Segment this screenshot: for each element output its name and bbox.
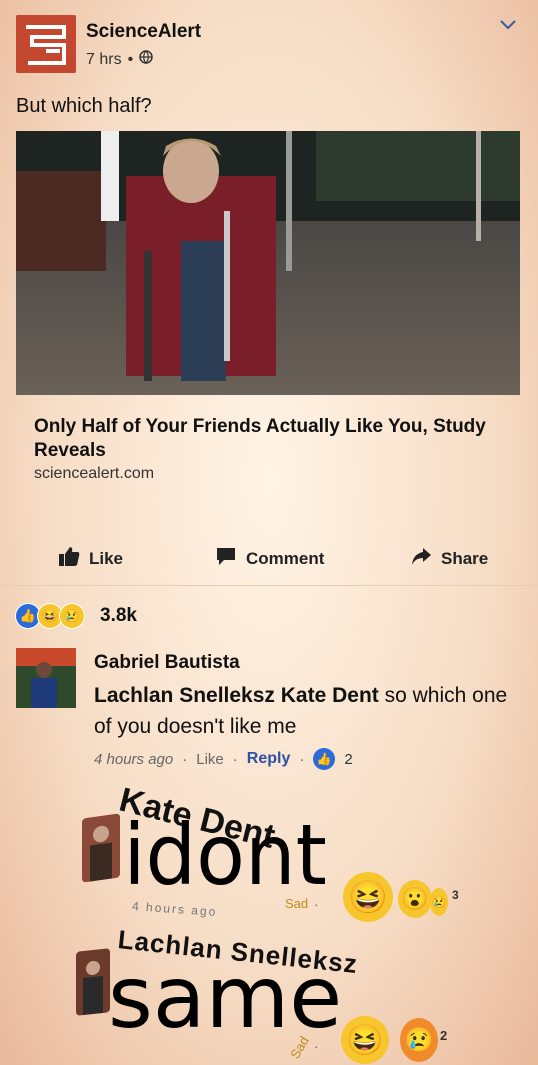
comment-like-link[interactable]: Like xyxy=(196,751,224,768)
wow-reaction-icon: 😮 xyxy=(398,880,432,918)
post-time[interactable]: 7 hrs xyxy=(86,51,122,69)
share-button[interactable]: Share xyxy=(410,545,488,572)
post-meta: 7 hrs • xyxy=(86,50,153,69)
comment-reply-link[interactable]: Reply xyxy=(247,750,291,768)
chevron-down-icon[interactable] xyxy=(500,14,516,35)
reply-avatar[interactable] xyxy=(76,948,110,1016)
thumbs-up-icon xyxy=(58,545,80,572)
comment-text: Lachlan Snelleksz Kate Dent so which one… xyxy=(94,680,514,742)
reply-reaction-count: 3 xyxy=(452,888,459,902)
like-button[interactable]: Like xyxy=(58,545,123,572)
reply-reaction-label[interactable]: Sad xyxy=(285,896,308,911)
sad-reaction-icon: 😢 xyxy=(59,603,85,629)
haha-reaction-icon: 😆 xyxy=(343,872,393,922)
page-name[interactable]: ScienceAlert xyxy=(86,21,201,43)
like-label: Like xyxy=(89,548,124,568)
share-label: Share xyxy=(441,548,489,568)
link-domain[interactable]: sciencealert.com xyxy=(34,465,154,483)
meta-sep: · xyxy=(314,1038,319,1054)
comment-author[interactable]: Gabriel Bautista xyxy=(94,652,240,674)
sad-reaction-icon: 😢 xyxy=(430,888,448,916)
reply-reaction-count: 2 xyxy=(440,1028,448,1043)
comment-time: 4 hours ago xyxy=(94,750,174,768)
comment-like-count: 2 xyxy=(344,750,353,768)
meta-sep: · xyxy=(299,750,305,768)
meta-sep: · xyxy=(314,896,319,912)
reply-text: idont xyxy=(123,806,327,904)
sad-reaction-icon: 😢 xyxy=(400,1018,438,1062)
link-image[interactable] xyxy=(16,131,520,395)
meta-sep: · xyxy=(182,750,188,768)
divider xyxy=(0,585,538,586)
comment-label: Comment xyxy=(246,548,325,568)
reaction-count[interactable]: 3.8k xyxy=(100,605,137,627)
reply-avatar[interactable] xyxy=(82,813,120,883)
reaction-icons[interactable]: 👍 😆 😢 xyxy=(15,603,85,629)
comment-like-icon: 👍 xyxy=(313,748,336,770)
avatar[interactable] xyxy=(16,648,76,708)
reply-text: same xyxy=(108,948,343,1048)
globe-icon xyxy=(139,50,153,69)
comment-button[interactable]: Comment xyxy=(215,545,324,572)
meta-dot: • xyxy=(127,50,134,68)
comment-icon xyxy=(215,545,237,572)
link-title[interactable]: Only Half of Your Friends Actually Like … xyxy=(34,415,514,463)
meta-sep: · xyxy=(232,750,238,768)
haha-reaction-icon: 😆 xyxy=(341,1016,389,1064)
comment-meta: 4 hours ago · Like · Reply · 👍 2 xyxy=(94,748,353,770)
page-logo[interactable] xyxy=(16,15,76,73)
post-text: But which half? xyxy=(16,95,152,117)
comment-mentions[interactable]: Lachlan Snelleksz Kate Dent xyxy=(94,684,379,707)
share-arrow-icon xyxy=(410,545,432,572)
